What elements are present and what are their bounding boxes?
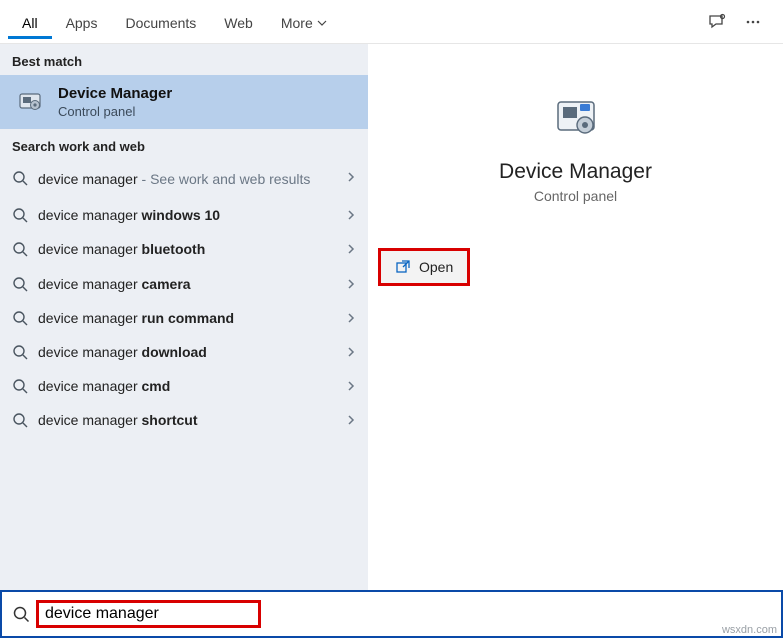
suggestion-label: device manager windows 10 bbox=[38, 206, 344, 224]
search-bar[interactable] bbox=[0, 590, 783, 638]
best-match-subtitle: Control panel bbox=[58, 104, 172, 119]
tab-all[interactable]: All bbox=[8, 5, 52, 39]
suggestion-item[interactable]: device manager bluetooth bbox=[0, 232, 368, 266]
search-scope-tabs: All Apps Documents Web More bbox=[0, 0, 783, 44]
preview-card: Device Manager Control panel bbox=[368, 62, 783, 224]
suggestion-label: device manager bluetooth bbox=[38, 240, 344, 258]
best-match-item[interactable]: Device Manager Control panel bbox=[0, 75, 368, 129]
search-icon bbox=[12, 412, 28, 428]
results-area: Best match Device Manager Control panel … bbox=[0, 44, 783, 590]
preview-subtitle: Control panel bbox=[534, 188, 617, 204]
search-icon bbox=[12, 241, 28, 257]
chevron-right-icon bbox=[344, 170, 358, 184]
chevron-right-icon bbox=[344, 242, 358, 256]
preview-title: Device Manager bbox=[499, 160, 652, 184]
suggestion-item[interactable]: device manager shortcut bbox=[0, 403, 368, 437]
search-icon bbox=[12, 310, 28, 326]
suggestion-label: device manager download bbox=[38, 343, 344, 361]
tab-web[interactable]: Web bbox=[210, 5, 267, 39]
suggestion-label: device manager cmd bbox=[38, 377, 344, 395]
chevron-right-icon bbox=[344, 208, 358, 222]
search-icon bbox=[12, 378, 28, 394]
chevron-right-icon bbox=[344, 413, 358, 427]
open-label: Open bbox=[419, 259, 453, 275]
search-icon bbox=[12, 207, 28, 223]
device-manager-icon bbox=[14, 86, 46, 118]
watermark: wsxdn.com bbox=[722, 624, 777, 636]
suggestion-item[interactable]: device manager camera bbox=[0, 267, 368, 301]
suggestion-label: device manager camera bbox=[38, 275, 344, 293]
chevron-right-icon bbox=[344, 379, 358, 393]
best-match-header: Best match bbox=[0, 44, 368, 75]
search-icon bbox=[12, 276, 28, 292]
suggestion-label: device manager shortcut bbox=[38, 411, 344, 429]
search-icon bbox=[12, 170, 28, 186]
search-icon bbox=[12, 344, 28, 360]
more-options-icon[interactable] bbox=[743, 12, 763, 32]
suggestion-item[interactable]: device manager windows 10 bbox=[0, 198, 368, 232]
preview-pane: Device Manager Control panel Open bbox=[368, 44, 783, 590]
device-manager-large-icon bbox=[548, 90, 604, 146]
feedback-icon[interactable] bbox=[707, 12, 727, 32]
suggestion-item[interactable]: device manager download bbox=[0, 335, 368, 369]
suggestion-label: device manager run command bbox=[38, 309, 344, 327]
tab-documents[interactable]: Documents bbox=[111, 5, 210, 39]
tab-more-label: More bbox=[281, 15, 313, 31]
suggestion-item[interactable]: device manager - See work and web result… bbox=[0, 160, 368, 198]
chevron-right-icon bbox=[344, 345, 358, 359]
work-web-header: Search work and web bbox=[0, 129, 368, 160]
chevron-right-icon bbox=[344, 277, 358, 291]
suggestion-label: device manager - See work and web result… bbox=[38, 170, 344, 188]
open-icon bbox=[395, 259, 411, 275]
suggestion-item[interactable]: device manager run command bbox=[0, 301, 368, 335]
search-icon bbox=[10, 605, 36, 623]
open-action[interactable]: Open bbox=[381, 251, 467, 283]
chevron-down-icon bbox=[317, 18, 327, 28]
suggestion-item[interactable]: device manager cmd bbox=[0, 369, 368, 403]
tab-apps[interactable]: Apps bbox=[52, 5, 112, 39]
best-match-title: Device Manager bbox=[58, 85, 172, 102]
results-list: Best match Device Manager Control panel … bbox=[0, 44, 368, 590]
search-input[interactable] bbox=[36, 600, 261, 628]
chevron-right-icon bbox=[344, 311, 358, 325]
best-match-text: Device Manager Control panel bbox=[58, 85, 172, 119]
tab-more[interactable]: More bbox=[267, 5, 341, 39]
